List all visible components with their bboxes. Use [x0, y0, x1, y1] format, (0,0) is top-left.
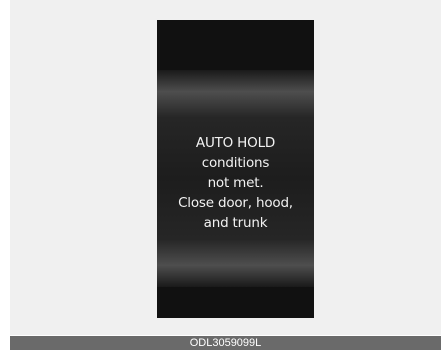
display-top-strip [157, 20, 314, 70]
caption-bar: ODL3059099L [10, 336, 441, 350]
message-line: AUTO HOLD [195, 135, 276, 151]
image-code: ODL3059099L [189, 337, 262, 349]
auto-hold-warning-message: AUTO HOLD conditions not met. Close door… [157, 133, 314, 233]
message-line: conditions [201, 155, 270, 171]
message-line: not met. [207, 175, 264, 191]
message-line: and trunk [203, 215, 268, 231]
display-bottom-strip [157, 287, 314, 318]
illustration-panel: AUTO HOLD conditions not met. Close door… [10, 0, 441, 335]
cluster-display: AUTO HOLD conditions not met. Close door… [157, 20, 314, 318]
message-line: Close door, hood, [178, 195, 293, 211]
